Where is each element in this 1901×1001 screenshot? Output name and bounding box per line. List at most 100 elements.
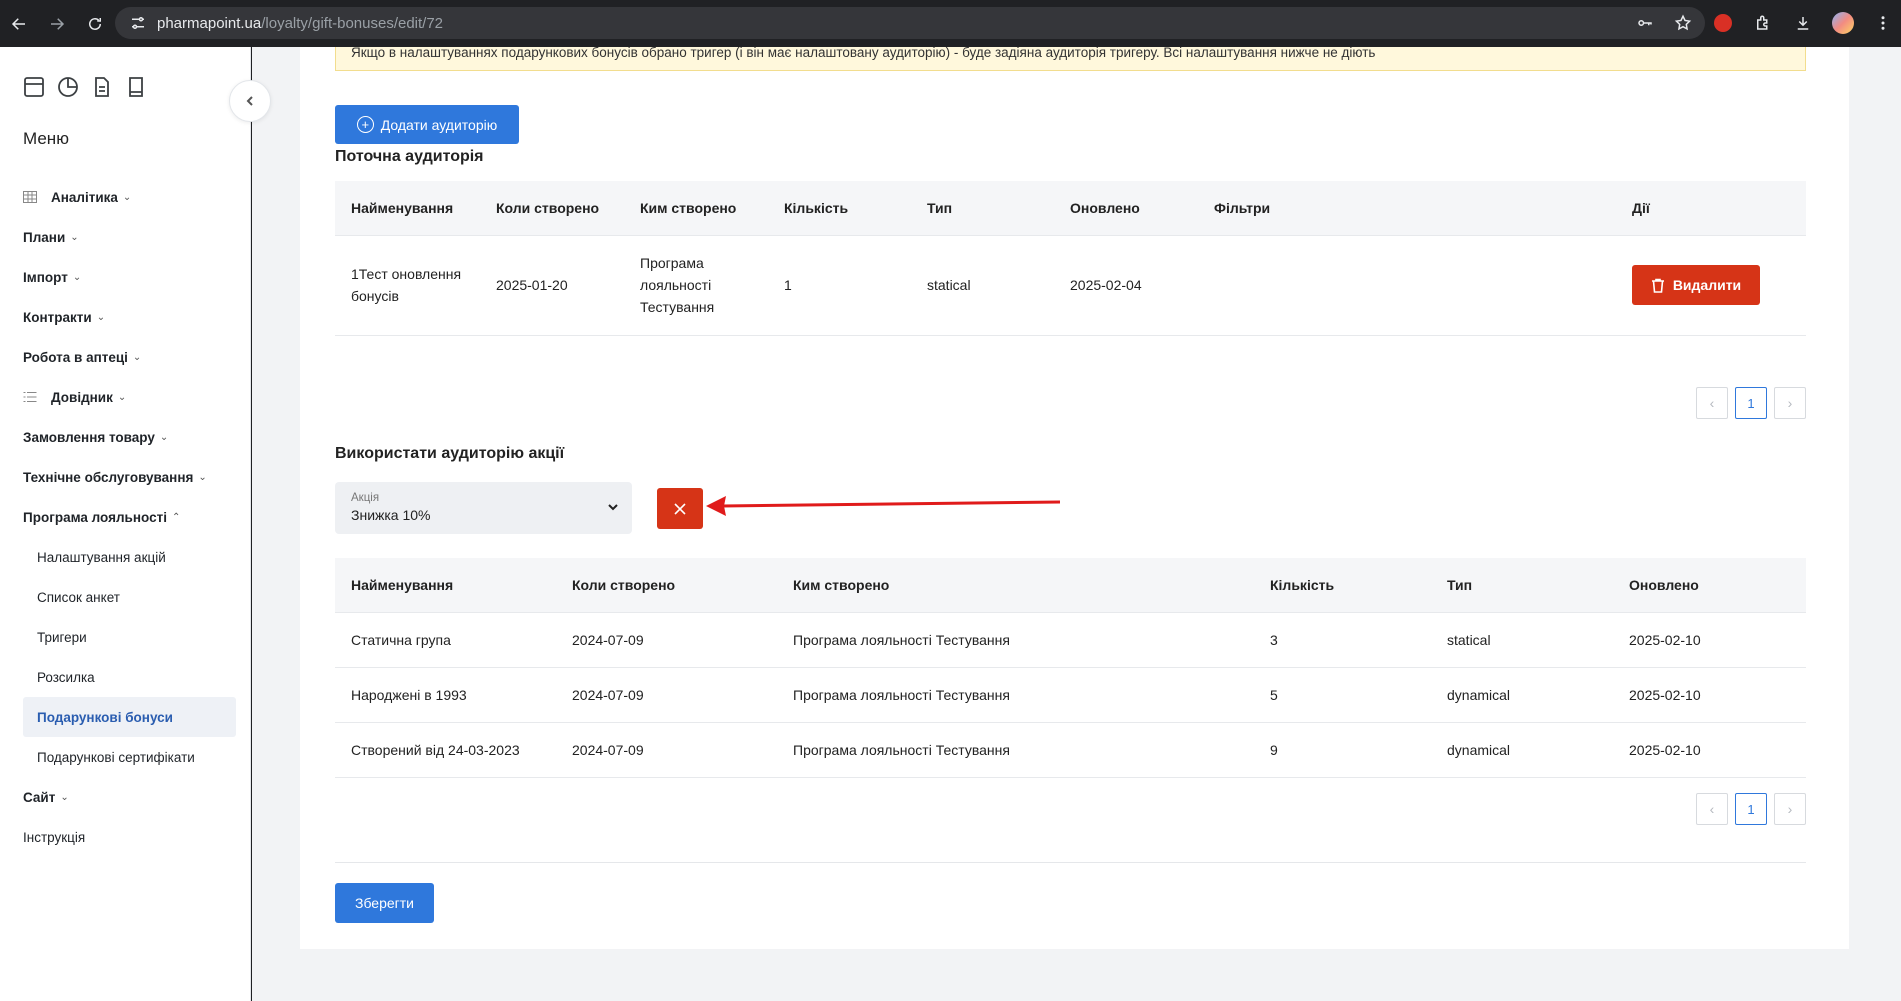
chevron-down-icon: [606, 500, 620, 514]
site-settings-icon[interactable]: [129, 14, 147, 32]
cell-count: 1: [768, 235, 911, 336]
chevron-down-icon: ⌄: [96, 311, 106, 323]
sidebar-item-instruction[interactable]: Інструкція: [0, 817, 251, 857]
sidebar-item-pharmacy-work[interactable]: Робота в аптеці ⌄: [0, 337, 251, 377]
table-row: 1Тест оновлення бонусів 2025-01-20 Прогр…: [335, 235, 1806, 336]
url-host: pharmapoint.ua: [157, 14, 262, 32]
sidebar-subitem-gift-bonuses[interactable]: Подарункові бонуси: [23, 697, 236, 737]
sidebar-subitem-gift-certificates[interactable]: Подарункові сертифікати: [0, 737, 251, 777]
warning-alert: Якщо в налаштуваннях подарункових бонусі…: [335, 46, 1806, 71]
cell-created: 2024-07-09: [556, 722, 777, 778]
chevron-down-icon: ⌄: [132, 351, 142, 363]
promo-select-label: Акція: [351, 492, 380, 504]
download-icon[interactable]: [1791, 11, 1815, 35]
sidebar-item-import[interactable]: Імпорт ⌄: [0, 257, 251, 297]
sidebar-item-label: Імпорт: [23, 269, 68, 285]
sidebar-subitem-surveys[interactable]: Список анкет: [0, 577, 251, 617]
chevron-down-icon: ⌄: [159, 431, 169, 443]
column-header: Фільтри: [1198, 181, 1616, 236]
cell-count: 3: [1254, 612, 1431, 668]
use-promo-audience-title: Використати аудиторію акції: [335, 445, 565, 462]
page-number[interactable]: 1: [1735, 387, 1767, 419]
current-audience-title: Поточна аудиторія: [335, 148, 484, 165]
store-icon[interactable]: [22, 75, 46, 99]
sidebar-item-maintenance[interactable]: Технічне обслуговування ⌄: [0, 457, 251, 497]
prev-page-icon[interactable]: ‹: [1696, 387, 1728, 419]
more-menu-icon[interactable]: [1871, 11, 1895, 35]
page-number[interactable]: 1: [1735, 793, 1767, 825]
column-header: Найменування: [335, 558, 556, 613]
menu-title: Меню: [23, 129, 69, 148]
cell-updated: 2025-02-04: [1054, 235, 1198, 336]
main-area: Якщо в налаштуваннях подарункових бонусі…: [252, 46, 1901, 1001]
column-header: Ким створено: [624, 181, 768, 236]
column-header: Коли створено: [556, 558, 777, 613]
extensions-puzzle-icon[interactable]: [1751, 11, 1775, 35]
cell-created: 2024-07-09: [556, 667, 777, 723]
password-key-icon[interactable]: [1635, 13, 1655, 33]
sidebar-item-analytics[interactable]: Аналітика ⌄: [0, 177, 251, 217]
annotation-arrow: [706, 496, 1061, 516]
column-header: Ким створено: [777, 558, 1254, 613]
table-row[interactable]: Народжені в 1993 2024-07-09 Програма лоя…: [335, 667, 1806, 723]
cell-name: Народжені в 1993: [335, 667, 556, 723]
bookmark-star-icon[interactable]: [1673, 13, 1693, 33]
save-button[interactable]: Зберегти: [335, 883, 434, 923]
column-header: Дії: [1616, 181, 1806, 236]
sidebar-shortcuts: [22, 75, 148, 99]
column-header: Тип: [911, 181, 1054, 236]
sidebar-subitem-promo-settings[interactable]: Налаштування акцій: [0, 537, 251, 577]
pie-chart-icon[interactable]: [56, 75, 80, 99]
sidebar-item-loyalty[interactable]: Програма лояльності ⌃: [0, 497, 251, 537]
forward-icon[interactable]: [44, 11, 70, 37]
table-row[interactable]: Статична група 2024-07-09 Програма лояль…: [335, 612, 1806, 668]
cell-count: 5: [1254, 667, 1431, 723]
sidebar-item-site[interactable]: Сайт ⌄: [0, 777, 251, 817]
chevron-up-icon: ⌃: [171, 511, 181, 523]
promo-audience-table: Найменування Коли створено Ким створено …: [335, 558, 1806, 778]
address-bar[interactable]: pharmapoint.ua /loyalty/gift-bonuses/edi…: [115, 7, 1705, 39]
sidebar-item-orders[interactable]: Замовлення товару ⌄: [0, 417, 251, 457]
cell-filters: [1198, 235, 1616, 336]
promo-select[interactable]: Акція Знижка 10%: [335, 482, 632, 534]
next-page-icon[interactable]: ›: [1774, 793, 1806, 825]
next-page-icon[interactable]: ›: [1774, 387, 1806, 419]
cell-creator: Програма лояльності Тестування: [777, 612, 1254, 668]
chevron-down-icon: ⌄: [60, 791, 69, 803]
plus-circle-icon: +: [356, 116, 374, 133]
cell-name: Створений від 24-03-2023: [335, 722, 556, 778]
extension-record-icon[interactable]: [1711, 11, 1735, 35]
sidebar-subitem-triggers[interactable]: Тригери: [0, 617, 251, 657]
prev-page-icon[interactable]: ‹: [1696, 793, 1728, 825]
promo-select-value: Знижка 10%: [351, 507, 431, 523]
back-icon[interactable]: [6, 11, 32, 37]
add-audience-button[interactable]: + Додати аудиторію: [335, 105, 519, 144]
column-header: Найменування: [335, 181, 480, 236]
cell-name: 1Тест оновлення бонусів: [335, 235, 480, 336]
clear-promo-button[interactable]: [657, 488, 703, 529]
profile-avatar[interactable]: [1831, 11, 1855, 35]
reload-icon[interactable]: [82, 11, 108, 37]
sidebar-collapse-button[interactable]: [229, 80, 271, 122]
delete-button[interactable]: Видалити: [1632, 265, 1760, 305]
sidebar-item-contracts[interactable]: Контракти ⌄: [0, 297, 251, 337]
sidebar-item-reference[interactable]: Довідник ⌄: [0, 377, 251, 417]
cell-name: Статична група: [335, 612, 556, 668]
chevron-down-icon: ⌄: [117, 391, 127, 403]
sidebar-item-plans[interactable]: Плани ⌄: [0, 217, 251, 257]
table-row[interactable]: Створений від 24-03-2023 2024-07-09 Прог…: [335, 722, 1806, 778]
chevron-down-icon: ⌄: [198, 471, 207, 483]
book-icon[interactable]: [124, 75, 148, 99]
table-header-row: Найменування Коли створено Ким створено …: [335, 181, 1806, 236]
sidebar-item-label: Робота в аптеці: [23, 349, 128, 365]
document-icon[interactable]: [90, 75, 114, 99]
sidebar: Меню Аналітика ⌄ Плани ⌄ Імпорт ⌄ Контракти…: [0, 47, 251, 1001]
column-header: Коли створено: [480, 181, 624, 236]
table-header-row: Найменування Коли створено Ким створено …: [335, 558, 1806, 613]
sidebar-subitem-mailing[interactable]: Розсилка: [0, 657, 251, 697]
close-icon: [674, 502, 686, 515]
cell-type: dynamical: [1431, 722, 1613, 778]
cell-type: dynamical: [1431, 667, 1613, 723]
cell-actions: Видалити: [1616, 235, 1806, 336]
url-path: /loyalty/gift-bonuses/edit/72: [261, 14, 444, 32]
